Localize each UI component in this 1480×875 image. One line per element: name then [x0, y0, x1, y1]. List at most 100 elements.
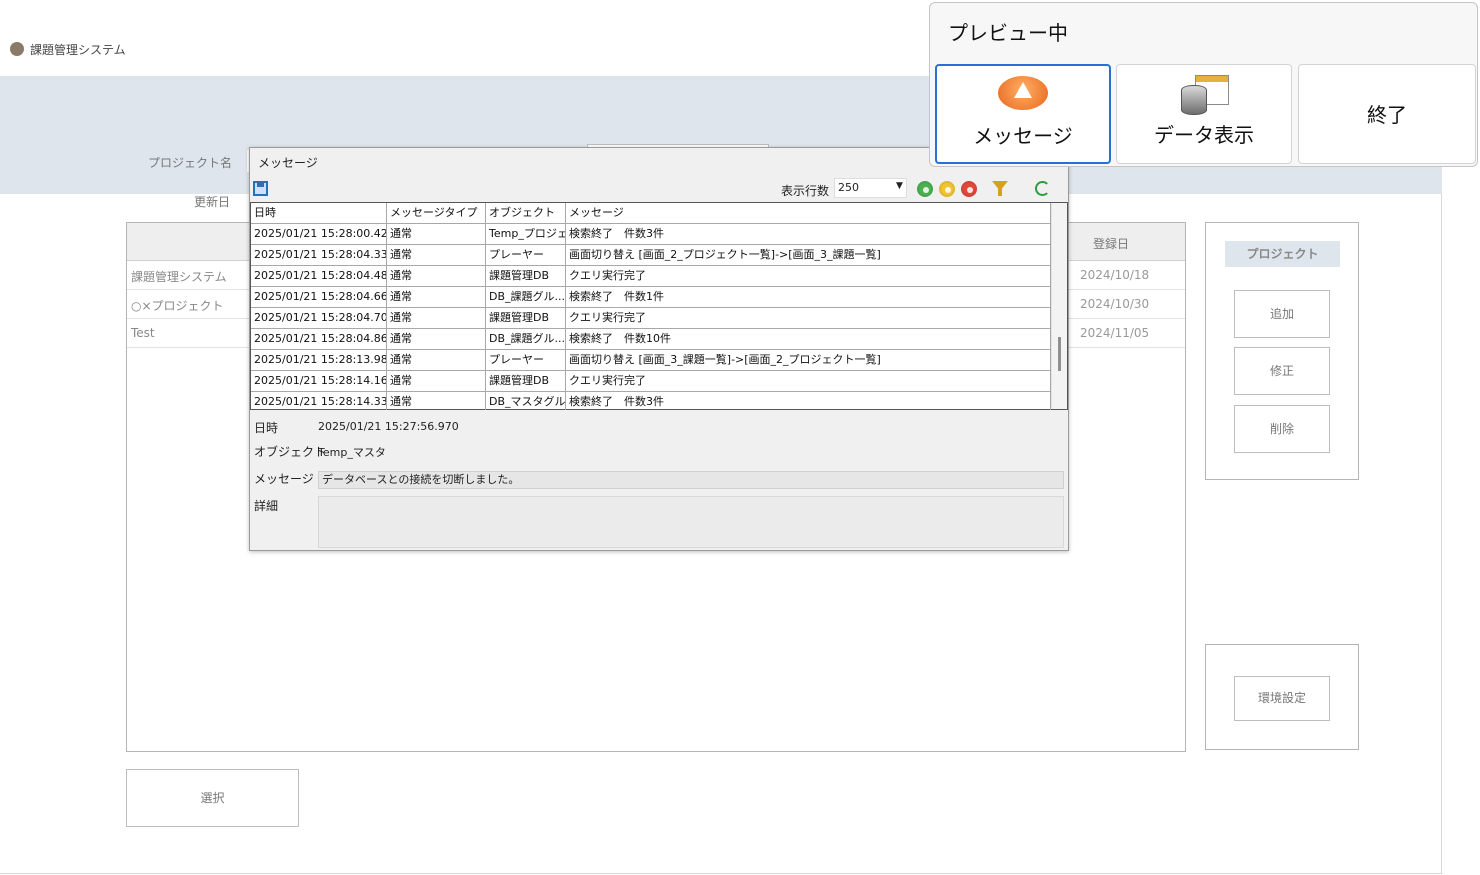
log-object-cell: DB_課題グル...: [486, 329, 566, 349]
message-dialog-title: メッセージ: [258, 156, 318, 170]
log-message-cell: 検索終了 件数10件: [566, 329, 1051, 349]
log-header-row: 日時 メッセージタイプ オブジェクト メッセージ: [251, 203, 1051, 224]
message-dialog: メッセージ 表示行数 250 ▼ 日時 メッセージタイプ オブジェクト メッセー…: [249, 147, 1069, 551]
preview-panel: プレビュー中 メッセージ データ表示 終了: [929, 2, 1478, 167]
warning-filter-icon[interactable]: [939, 181, 955, 197]
log-row[interactable]: 2025/01/21 15:28:04.666 通常 DB_課題グル... 検索終了 …: [251, 287, 1051, 308]
detail-message-label: メッセージ: [254, 472, 314, 486]
log-message-cell: クエリ実行完了: [566, 371, 1051, 391]
info-filter-icon[interactable]: [917, 181, 933, 197]
log-object-cell: Temp_プロジェ...: [486, 224, 566, 244]
settings-panel: 環境設定: [1205, 644, 1359, 750]
rows-count-select[interactable]: 250 ▼: [834, 178, 907, 198]
log-row[interactable]: 2025/01/21 15:28:14.163 通常 課題管理DB クエリ実行完了: [251, 371, 1051, 392]
log-object-cell: DB_マスタグル...: [486, 392, 566, 412]
log-datetime-cell: 2025/01/21 15:28:04.862: [251, 329, 387, 349]
project-name-label: プロジェクト名: [148, 156, 233, 170]
message-log-grid[interactable]: 日時 メッセージタイプ オブジェクト メッセージ 2025/01/21 15:2…: [250, 202, 1068, 413]
refresh-icon[interactable]: [1035, 181, 1050, 196]
detail-object-value: Temp_マスタ: [318, 446, 386, 459]
log-row[interactable]: 2025/01/21 15:28:04.708 通常 課題管理DB クエリ実行完了: [251, 308, 1051, 329]
data-view-label: データ表示: [1154, 123, 1254, 147]
detail-object-label: オブジェクト: [254, 445, 327, 459]
log-datetime-cell: 2025/01/21 15:28:14.338: [251, 392, 387, 412]
data-view-button[interactable]: データ表示: [1116, 64, 1292, 164]
log-row[interactable]: 2025/01/21 15:28:13.987 通常 プレーヤー 画面切り替え [画面…: [251, 350, 1051, 371]
column-header-registered-date[interactable]: 登録日: [1093, 235, 1129, 252]
detail-detail-field[interactable]: [318, 496, 1064, 548]
log-row[interactable]: 2025/01/21 15:28:00.429通常Temp_プロジェ...検索終…: [251, 224, 1051, 245]
message-toolbar: 表示行数 250 ▼: [250, 176, 1068, 202]
log-datetime-cell: 2025/01/21 15:28:00.429: [251, 224, 387, 244]
detail-datetime-value: 2025/01/21 15:27:56.970: [318, 420, 459, 433]
log-type-cell: 通常: [387, 392, 486, 412]
chevron-down-icon: ▼: [896, 181, 903, 191]
project-name-cell: 課題管理システム: [131, 270, 227, 284]
column-header-datetime[interactable]: 日時: [251, 203, 387, 223]
registered-date-cell: 2024/10/18: [1080, 268, 1150, 282]
filter-icon-stem: [998, 189, 1002, 196]
log-datetime-cell: 2025/01/21 15:28:04.666: [251, 287, 387, 307]
log-object-cell: プレーヤー: [486, 245, 566, 265]
log-type-cell: 通常: [387, 371, 486, 391]
log-datetime-cell: 2025/01/21 15:28:04.331: [251, 245, 387, 265]
preview-title: プレビュー中: [948, 21, 1068, 45]
column-header-message[interactable]: メッセージ: [566, 203, 1051, 223]
registered-date-cell: 2024/11/05: [1080, 326, 1150, 340]
app-icon: [10, 42, 24, 56]
log-message-cell: 検索終了 件数3件: [566, 392, 1051, 412]
column-header-object[interactable]: オブジェクト: [486, 203, 566, 223]
log-scrollbar[interactable]: [1051, 203, 1067, 409]
log-object-cell: DB_課題グル...: [486, 287, 566, 307]
rows-count-label: 表示行数: [781, 184, 830, 198]
message-preview-label: メッセージ: [973, 124, 1073, 148]
log-datetime-cell: 2025/01/21 15:28:04.482: [251, 266, 387, 286]
log-type-cell: 通常: [387, 245, 486, 265]
database-table-icon: [1181, 75, 1229, 117]
window-title: 課題管理システム: [30, 43, 126, 57]
log-object-cell: 課題管理DB: [486, 371, 566, 391]
update-date-label: 更新日: [194, 195, 231, 209]
detail-message-field[interactable]: データベースとの接続を切断しました。: [318, 471, 1064, 489]
log-object-cell: 課題管理DB: [486, 266, 566, 286]
log-message-cell: クエリ実行完了: [566, 266, 1051, 286]
column-header-message-type[interactable]: メッセージタイプ: [387, 203, 486, 223]
project-panel-title: プロジェクト: [1225, 241, 1340, 267]
environment-settings-button[interactable]: 環境設定: [1234, 676, 1330, 721]
log-row[interactable]: 2025/01/21 15:28:04.331 通常 プレーヤー 画面切り替え [画面…: [251, 245, 1051, 266]
log-type-cell: 通常: [387, 287, 486, 307]
log-type-cell: 通常: [387, 350, 486, 370]
database-icon: [1181, 85, 1207, 115]
save-icon[interactable]: [253, 181, 268, 196]
exit-button[interactable]: 終了: [1298, 64, 1476, 164]
log-message-cell: 検索終了 件数3件: [566, 224, 1051, 244]
scrollbar-thumb[interactable]: [1058, 337, 1061, 371]
detail-datetime-label: 日時: [254, 421, 279, 435]
rows-count-value: 250: [838, 181, 859, 194]
log-message-cell: 画面切り替え [画面_2_プロジェクト一覧]->[画面_3_課題一覧]: [566, 245, 1051, 265]
log-datetime-cell: 2025/01/21 15:28:13.987: [251, 350, 387, 370]
log-object-cell: プレーヤー: [486, 350, 566, 370]
project-name-cell: ○×プロジェクト: [131, 299, 224, 313]
log-message-cell: クエリ実行完了: [566, 308, 1051, 328]
edit-button[interactable]: 修正: [1234, 347, 1330, 395]
message-preview-button[interactable]: メッセージ: [935, 64, 1111, 164]
log-datetime-cell: 2025/01/21 15:28:14.163: [251, 371, 387, 391]
detail-detail-label: 詳細: [254, 499, 279, 513]
log-type-cell: 通常: [387, 329, 486, 349]
log-message-cell: 画面切り替え [画面_3_課題一覧]->[画面_2_プロジェクト一覧]: [566, 350, 1051, 370]
log-datetime-cell: 2025/01/21 15:28:04.708: [251, 308, 387, 328]
error-filter-icon[interactable]: [961, 181, 977, 197]
warning-triangle-icon: [1014, 82, 1032, 98]
add-button[interactable]: 追加: [1234, 290, 1330, 338]
log-row[interactable]: 2025/01/21 15:28:04.862 通常 DB_課題グル... 検索終了 …: [251, 329, 1051, 350]
project-name-cell: Test: [131, 326, 155, 340]
select-button[interactable]: 選択: [126, 769, 299, 827]
log-type-cell: 通常: [387, 266, 486, 286]
table-icon-header: [1196, 76, 1228, 82]
delete-button[interactable]: 削除: [1234, 405, 1330, 453]
log-message-cell: 検索終了 件数1件: [566, 287, 1051, 307]
log-row[interactable]: 2025/01/21 15:28:04.482 通常 課題管理DB クエリ実行完了: [251, 266, 1051, 287]
project-action-panel: プロジェクト 追加 修正 削除: [1205, 222, 1359, 480]
log-type-cell: 通常: [387, 308, 486, 328]
